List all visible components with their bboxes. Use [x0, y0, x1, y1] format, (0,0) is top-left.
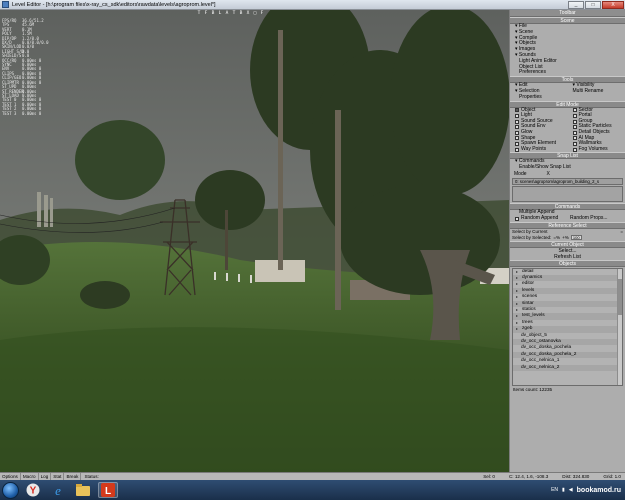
objects-section-head[interactable]: Objects	[510, 259, 625, 267]
stat-key: TEST 3	[2, 110, 17, 116]
status-sel: Sel: 0	[483, 474, 495, 479]
editmode-checkbox[interactable]	[515, 147, 519, 152]
svg-text:L: L	[105, 486, 111, 497]
yandex-browser-icon[interactable]: Y	[23, 482, 43, 498]
vp-tool-10[interactable]: F	[259, 11, 265, 17]
stat-row: TEST 3 0.00ms 0	[2, 110, 62, 116]
vp-tool-3[interactable]: B	[210, 11, 216, 17]
select-plus-pct-button[interactable]: +%	[562, 235, 569, 241]
editmode-checkbox[interactable]	[515, 108, 519, 113]
snap-list-box[interactable]	[512, 185, 623, 202]
vp-tool-9[interactable]: □	[252, 11, 258, 17]
vp-tool-7[interactable]: B	[238, 11, 244, 17]
render-stats: FPS/RQ 36.6/51.2 TPS 45.6M VERT 0.1M POLY 1.5M D…	[2, 18, 62, 116]
editmode-checkbox[interactable]	[572, 113, 577, 118]
network-icon[interactable]: ▮	[562, 487, 565, 493]
vp-tool-1[interactable]: T	[196, 11, 202, 17]
internet-explorer-icon[interactable]: e	[48, 482, 68, 498]
tree-item[interactable]: dv_occ_nelnica_2	[513, 364, 622, 371]
vp-tool-8[interactable]: X	[245, 11, 251, 17]
close-button[interactable]: X	[602, 0, 624, 9]
toolbar-panel: Toolbar Scene ▾ File ▾ Scene ▾ Compile ▾ Ob…	[509, 10, 625, 472]
random-append-label: Random Append	[521, 214, 559, 221]
status-grid: Grid: 1.0	[603, 474, 621, 479]
editmode-checkbox[interactable]	[515, 113, 519, 118]
start-button[interactable]	[2, 481, 19, 499]
select-percent-input[interactable]: 100	[570, 235, 582, 240]
scene-viewport[interactable]: T F B L A T B X □ F FPS/RQ 36.6/51.2 TPS 45…	[0, 10, 509, 472]
editmode-checkbox[interactable]	[572, 130, 577, 135]
random-append-checkbox[interactable]	[515, 216, 519, 221]
level-editor-task-icon[interactable]: L	[98, 482, 118, 498]
select-by-current-button[interactable]: =	[620, 229, 623, 235]
editmode-label: Way Points	[521, 145, 547, 152]
status-dist: Dist: 324.830	[562, 474, 590, 479]
editmode-checkbox[interactable]	[572, 119, 577, 124]
editmode-checkbox[interactable]	[572, 108, 577, 113]
status-coord: C: 12.4, 1.6, -108.3	[508, 474, 549, 479]
file-explorer-icon[interactable]	[73, 482, 93, 498]
status-bar: Options Macro Log Stat Break Status: Sel…	[0, 472, 625, 481]
editmode-checkbox[interactable]	[515, 141, 519, 146]
maximize-button[interactable]: □	[585, 0, 601, 9]
window-title: Level Editor - [h:\program files\x-ray_c…	[12, 1, 216, 8]
panel-title: Toolbar	[510, 10, 625, 17]
volume-icon[interactable]: ◀	[569, 487, 573, 493]
editmode-checkbox[interactable]	[515, 119, 519, 124]
vp-tool-5[interactable]: A	[224, 11, 230, 17]
snap-mode-button[interactable]: Mode	[514, 171, 527, 177]
vp-tool-2[interactable]: F	[203, 11, 209, 17]
editmode-checkbox[interactable]	[572, 141, 577, 146]
editmode-checkbox[interactable]	[515, 125, 519, 130]
objects-tree[interactable]: ▸ detail ▸ dynamics ▸ editor ▸ levels ▸ scenes ▸ si…	[512, 267, 623, 386]
objects-tree-scroll-thumb[interactable]	[618, 278, 622, 315]
editmode-way-points[interactable]: Way Points	[510, 145, 568, 153]
editmode-fog-volumes[interactable]: Fog Volumes	[568, 145, 625, 153]
snap-path-field[interactable]: 0: scenes\agroprom\agroprom_building_2_s	[512, 177, 623, 185]
app-icon	[2, 1, 9, 8]
stat-value: 0.00ms 0	[22, 110, 42, 116]
taskbar: Y e L EN ▮ ◀ bookamod.ru	[0, 480, 625, 500]
watermark: bookamod.ru	[576, 486, 621, 494]
expand-icon[interactable]: ▸	[516, 326, 520, 332]
snap-clear-button[interactable]: X	[547, 171, 550, 177]
editmode-label: Fog Volumes	[578, 145, 608, 152]
editmode-checkbox[interactable]	[572, 147, 577, 152]
select-by-selected-label: Select by Selected:	[512, 234, 552, 240]
vp-tool-4[interactable]: L	[217, 11, 223, 17]
system-tray: EN ▮ ◀ bookamod.ru	[551, 487, 625, 494]
objects-tree-scrollbar[interactable]	[617, 268, 622, 385]
language-indicator[interactable]: EN	[551, 487, 558, 493]
editmode-checkbox[interactable]	[515, 130, 519, 135]
editmode-checkbox[interactable]	[572, 125, 577, 130]
current-object-section-head[interactable]: Current Object	[510, 240, 625, 248]
svg-text:e: e	[55, 483, 61, 497]
svg-text:Y: Y	[30, 486, 37, 497]
status-label: Status:	[84, 474, 99, 479]
select-eq-pct-button[interactable]: =%	[553, 235, 560, 241]
scene-section-head[interactable]: Scene	[510, 17, 625, 24]
editmode-checkbox[interactable]	[515, 136, 519, 141]
reference-section-head[interactable]: Reference Select	[510, 221, 625, 229]
editmode-checkbox[interactable]	[572, 136, 577, 141]
scene-render	[0, 10, 509, 472]
viewport-toolbar: T F B L A T B X □ F	[196, 11, 265, 17]
title-bar: Level Editor - [h:\program files\x-ray_c…	[0, 0, 625, 10]
tree-item-label: dv_occ_nelnica_2	[521, 364, 560, 370]
vp-tool-6[interactable]: T	[231, 11, 237, 17]
items-count: Items count: 12235	[513, 386, 553, 392]
tools-multirename[interactable]: Multi Rename	[568, 88, 625, 95]
random-append[interactable]: Random Append	[510, 214, 565, 222]
minimize-button[interactable]: _	[568, 0, 584, 9]
random-props-button[interactable]: Random Props...	[565, 215, 625, 222]
